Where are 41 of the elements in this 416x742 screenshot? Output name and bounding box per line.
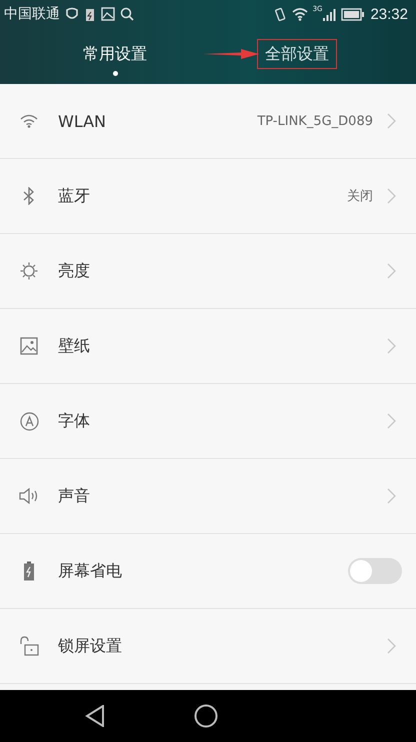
shield-icon [65,7,79,21]
setting-label: 屏幕省电 [58,560,122,582]
tab[interactable]: 全部设置 [265,44,329,65]
font-icon [20,412,38,430]
setting-label: 锁屏设置 [58,636,122,656]
bluetooth-icon [23,187,35,205]
image-icon [20,337,38,355]
toggle-switch[interactable] [348,558,402,584]
sun-icon [20,262,38,280]
setting-label: 壁纸 [58,336,90,356]
back-icon[interactable] [84,705,105,727]
setting-label: 亮度 [58,260,90,282]
search-icon [120,7,134,21]
signal-icon [322,8,336,20]
image-icon [101,7,115,21]
clock-time: 23:32 [370,6,408,22]
wifi-icon [20,114,38,128]
home-icon[interactable] [194,704,218,728]
battery-charge-icon [84,6,96,22]
chevron-right-icon [387,188,396,204]
chevron-right-icon [387,338,396,354]
carrier-name: 中国联通 [4,5,60,23]
setting-label: 蓝牙 [58,186,90,206]
chevron-right-icon [387,413,396,429]
speaker-icon [19,488,39,504]
wifi-icon [292,8,308,20]
tab[interactable]: 常用设置 [83,44,147,65]
selected-indicator [112,71,118,76]
setting-label: WLAN [58,112,106,130]
setting-label: 声音 [58,486,90,506]
battery-icon [341,8,366,20]
setting-value: 关闭 [347,188,373,205]
setting-value: TP-LINK_5G_D089 [257,114,373,128]
unlocked-padlock-icon [19,636,39,656]
battery-icon [23,561,35,581]
chevron-right-icon [387,113,396,129]
setting-label: 字体 [58,410,90,432]
chevron-right-icon [387,488,396,504]
chevron-right-icon [387,263,396,279]
chevron-right-icon [387,638,396,654]
vibrate-icon [272,6,287,22]
